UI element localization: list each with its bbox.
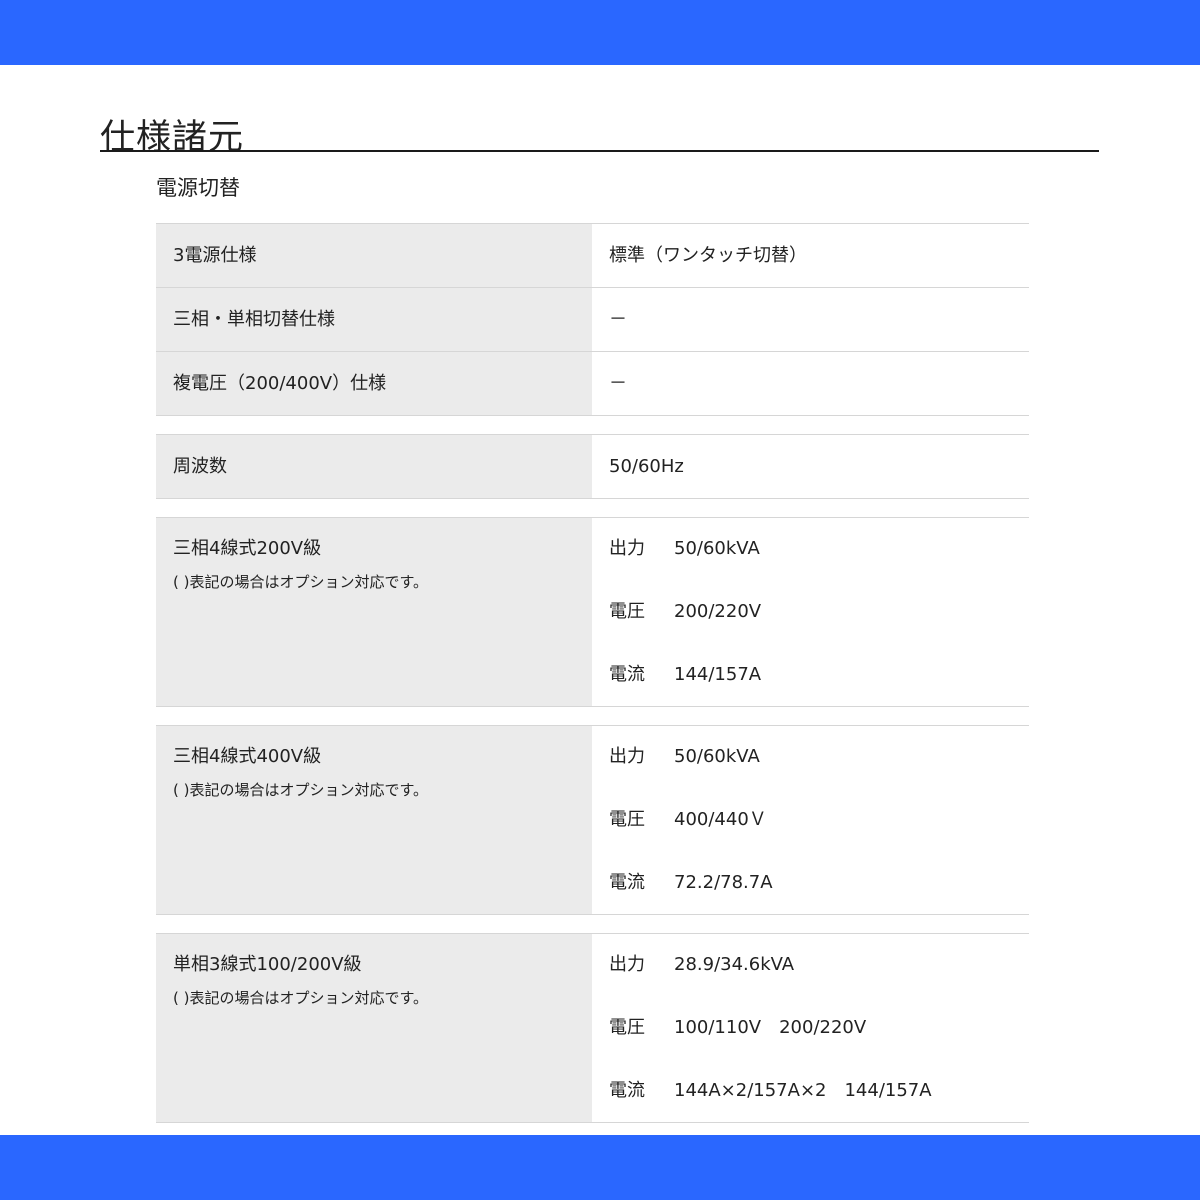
spec-key: 電圧 — [609, 601, 645, 622]
spec-output: 出力 50/60kVA — [609, 531, 1029, 594]
system-group: 三相4線式400V級 ( )表記の場合はオプション対応です。 出力 50/60kV… — [156, 725, 1029, 915]
row-value: － — [592, 288, 1029, 351]
spec-value: 100/110V 200/220V — [674, 1017, 867, 1038]
section-title: 電源切替 — [156, 176, 240, 200]
spec-key: 電流 — [609, 872, 645, 893]
spec-key: 出力 — [609, 746, 645, 767]
system-label: 三相4線式400V級 ( )表記の場合はオプション対応です。 — [156, 726, 592, 914]
spec-current: 電流 72.2/78.7A — [609, 865, 1029, 928]
system-specs: 出力 28.9/34.6kVA 電圧 100/110V 200/220V 電流 144… — [592, 934, 1029, 1122]
spec-value: 28.9/34.6kVA — [674, 954, 795, 975]
spec-voltage: 電圧 100/110V 200/220V — [609, 1010, 1029, 1073]
frequency-group: 周波数 50/60Hz — [156, 434, 1029, 499]
table-row: 周波数 50/60Hz — [156, 435, 1029, 499]
spec-key: 出力 — [609, 954, 645, 975]
spec-key: 電圧 — [609, 1017, 645, 1038]
row-label: 三相・単相切替仕様 — [156, 288, 592, 351]
system-name: 三相4線式400V級 — [173, 746, 322, 767]
spec-value: 50/60kVA — [674, 538, 760, 559]
bottom-banner — [0, 1135, 1200, 1200]
spec-key: 出力 — [609, 538, 645, 559]
spec-current: 電流 144/157A — [609, 657, 1029, 720]
top-banner — [0, 0, 1200, 65]
system-name: 三相4線式200V級 — [173, 538, 322, 559]
row-value: － — [592, 352, 1029, 415]
system-specs: 出力 50/60kVA 電圧 400/440Ｖ 電流 72.2/78.7A — [592, 726, 1029, 914]
spec-voltage: 電圧 400/440Ｖ — [609, 802, 1029, 865]
page-title: 仕様諸元 — [100, 118, 245, 159]
option-note: ( )表記の場合はオプション対応です。 — [173, 781, 428, 799]
spec-value: 144A×2/157A×2 144/157A — [674, 1080, 932, 1101]
row-label: 周波数 — [156, 435, 592, 498]
spec-key: 電流 — [609, 664, 645, 685]
spec-key: 電圧 — [609, 809, 645, 830]
spec-voltage: 電圧 200/220V — [609, 594, 1029, 657]
system-name: 単相3線式100/200V級 — [173, 954, 362, 975]
title-divider — [100, 150, 1099, 152]
spec-output: 出力 50/60kVA — [609, 739, 1029, 802]
table-row: 複電圧（200/400V）仕様 － — [156, 352, 1029, 416]
spec-current: 電流 144A×2/157A×2 144/157A — [609, 1073, 1029, 1136]
option-note: ( )表記の場合はオプション対応です。 — [173, 989, 428, 1007]
spec-output: 出力 28.9/34.6kVA — [609, 947, 1029, 1010]
row-label: 3電源仕様 — [156, 224, 592, 287]
system-label: 三相4線式200V級 ( )表記の場合はオプション対応です。 — [156, 518, 592, 706]
spec-value: 200/220V — [674, 601, 762, 622]
spec-table: 3電源仕様 標準（ワンタッチ切替） 三相・単相切替仕様 － 複電圧（200/40… — [156, 223, 1029, 1141]
spec-value: 144/157A — [674, 664, 762, 685]
table-row: 三相4線式200V級 ( )表記の場合はオプション対応です。 出力 50/60kV… — [156, 518, 1029, 707]
spec-value: 72.2/78.7A — [674, 872, 773, 893]
spec-value: 50/60kVA — [674, 746, 760, 767]
option-note: ( )表記の場合はオプション対応です。 — [173, 573, 428, 591]
table-row: 三相・単相切替仕様 － — [156, 288, 1029, 352]
row-value: 50/60Hz — [592, 435, 1029, 498]
table-row: 3電源仕様 標準（ワンタッチ切替） — [156, 224, 1029, 288]
spec-value: 400/440Ｖ — [674, 809, 767, 830]
power-switch-group: 3電源仕様 標準（ワンタッチ切替） 三相・単相切替仕様 － 複電圧（200/40… — [156, 223, 1029, 416]
spec-key: 電流 — [609, 1080, 645, 1101]
table-row: 単相3線式100/200V級 ( )表記の場合はオプション対応です。 出力 28.… — [156, 934, 1029, 1123]
table-row: 三相4線式400V級 ( )表記の場合はオプション対応です。 出力 50/60kV… — [156, 726, 1029, 915]
row-value: 標準（ワンタッチ切替） — [592, 224, 1029, 287]
system-label: 単相3線式100/200V級 ( )表記の場合はオプション対応です。 — [156, 934, 592, 1122]
system-group: 三相4線式200V級 ( )表記の場合はオプション対応です。 出力 50/60kV… — [156, 517, 1029, 707]
system-specs: 出力 50/60kVA 電圧 200/220V 電流 144/157A — [592, 518, 1029, 706]
system-group: 単相3線式100/200V級 ( )表記の場合はオプション対応です。 出力 28.… — [156, 933, 1029, 1123]
row-label: 複電圧（200/400V）仕様 — [156, 352, 592, 415]
